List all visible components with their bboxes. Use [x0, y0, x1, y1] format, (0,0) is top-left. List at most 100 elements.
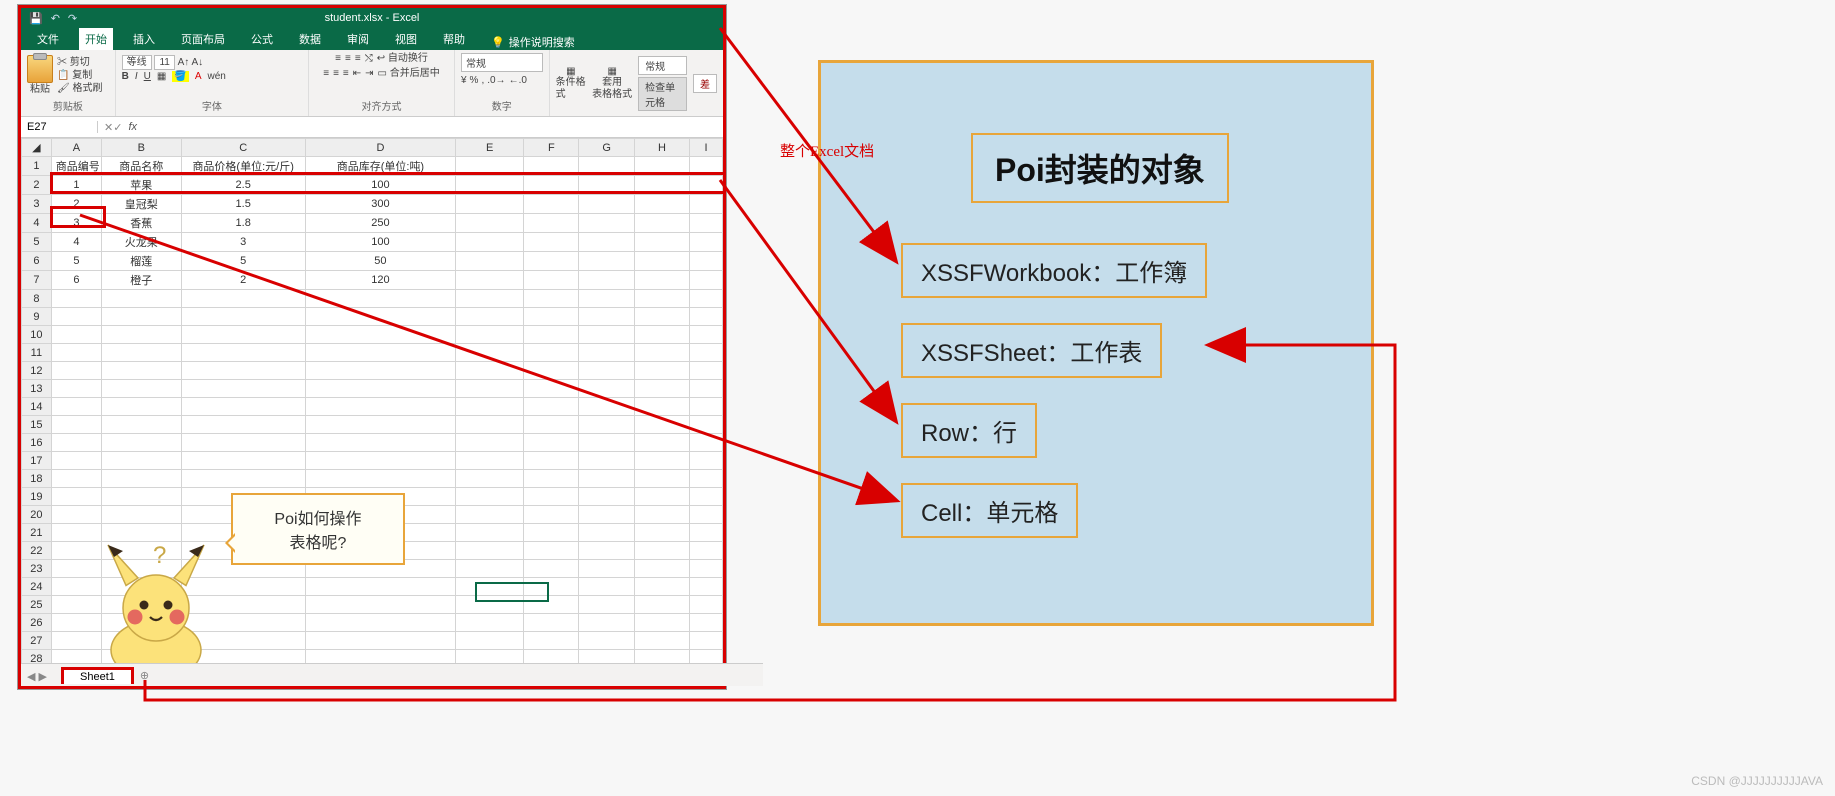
cell[interactable]	[102, 452, 182, 470]
tab-view[interactable]: 视图	[389, 28, 423, 50]
font-name-select[interactable]: 等线	[122, 55, 152, 70]
cell[interactable]	[456, 290, 524, 308]
row-header[interactable]: 6	[22, 252, 52, 271]
cell[interactable]	[579, 252, 634, 271]
row-header[interactable]: 2	[22, 176, 52, 195]
cell[interactable]	[51, 344, 101, 362]
cell[interactable]	[456, 488, 524, 506]
cell[interactable]	[456, 195, 524, 214]
indent-inc-icon[interactable]: ⇥	[365, 68, 373, 80]
cell[interactable]	[181, 380, 305, 398]
cell[interactable]	[690, 506, 723, 524]
cell[interactable]	[181, 308, 305, 326]
cell[interactable]	[524, 614, 579, 632]
cell[interactable]	[524, 452, 579, 470]
cell[interactable]	[456, 632, 524, 650]
cell[interactable]	[456, 542, 524, 560]
cell[interactable]	[690, 326, 723, 344]
conditional-format-button[interactable]: ▦条件格式	[556, 66, 587, 101]
cell[interactable]	[634, 524, 689, 542]
cell[interactable]	[102, 380, 182, 398]
row-header[interactable]: 18	[22, 470, 52, 488]
cell[interactable]	[524, 434, 579, 452]
cell[interactable]	[102, 398, 182, 416]
cell[interactable]: 2.5	[181, 176, 305, 195]
cell[interactable]	[456, 176, 524, 195]
cell[interactable]: 1	[51, 176, 101, 195]
format-painter-button[interactable]: 🖌 格式刷	[57, 83, 102, 95]
cell[interactable]	[579, 195, 634, 214]
name-box[interactable]: E27	[21, 121, 98, 133]
cell[interactable]	[305, 380, 455, 398]
cell[interactable]	[690, 308, 723, 326]
tab-layout[interactable]: 页面布局	[175, 28, 231, 50]
align-right-icon[interactable]: ≡	[343, 68, 349, 80]
underline-button[interactable]: U	[144, 71, 151, 82]
col-header[interactable]: I	[690, 139, 723, 157]
cell[interactable]	[51, 434, 101, 452]
tab-home[interactable]: 开始	[79, 28, 113, 50]
cell[interactable]: 100	[305, 233, 455, 252]
cell[interactable]	[305, 578, 455, 596]
cell[interactable]	[524, 470, 579, 488]
cell[interactable]	[579, 233, 634, 252]
cell[interactable]: 商品编号	[51, 157, 101, 176]
indent-dec-icon[interactable]: ⇤	[353, 68, 361, 80]
cell[interactable]	[634, 506, 689, 524]
row-header[interactable]: 10	[22, 326, 52, 344]
cell[interactable]	[634, 380, 689, 398]
cell[interactable]	[634, 344, 689, 362]
cell[interactable]	[456, 560, 524, 578]
cell[interactable]: 3	[181, 233, 305, 252]
cell[interactable]	[102, 416, 182, 434]
style-check-cell[interactable]: 检查单元格	[638, 77, 687, 111]
cell[interactable]	[634, 596, 689, 614]
copy-button[interactable]: 📋 复制	[57, 70, 102, 82]
tab-data[interactable]: 数据	[293, 28, 327, 50]
style-normal[interactable]: 常规	[638, 56, 687, 75]
cell[interactable]	[524, 632, 579, 650]
cell[interactable]: 2	[181, 271, 305, 290]
increase-font-icon[interactable]: A↑	[178, 57, 190, 68]
row-header[interactable]: 24	[22, 578, 52, 596]
row-header[interactable]: 15	[22, 416, 52, 434]
cell[interactable]	[456, 380, 524, 398]
cell[interactable]	[524, 542, 579, 560]
cell[interactable]	[102, 434, 182, 452]
cell[interactable]	[524, 233, 579, 252]
cell[interactable]	[579, 506, 634, 524]
cell[interactable]	[690, 195, 723, 214]
cell[interactable]: 4	[51, 233, 101, 252]
cell[interactable]: 1.5	[181, 195, 305, 214]
cell[interactable]	[305, 452, 455, 470]
comma-icon[interactable]: ,	[481, 75, 484, 86]
cell[interactable]	[690, 578, 723, 596]
cell[interactable]	[102, 470, 182, 488]
cell[interactable]	[524, 252, 579, 271]
orientation-icon[interactable]: ⤭	[365, 53, 373, 65]
cell[interactable]	[305, 434, 455, 452]
cell[interactable]	[690, 362, 723, 380]
cell[interactable]	[524, 290, 579, 308]
dec-decimal-icon[interactable]: ←.0	[509, 75, 527, 86]
tab-help[interactable]: 帮助	[437, 28, 471, 50]
cell[interactable]	[690, 398, 723, 416]
cell[interactable]	[181, 362, 305, 380]
cell[interactable]	[579, 176, 634, 195]
cell[interactable]	[51, 362, 101, 380]
cell[interactable]	[634, 290, 689, 308]
cell[interactable]	[305, 596, 455, 614]
cell[interactable]	[102, 362, 182, 380]
cell[interactable]: 3	[51, 214, 101, 233]
cell[interactable]	[305, 290, 455, 308]
cell[interactable]	[579, 560, 634, 578]
table-format-button[interactable]: ▦套用 表格格式	[592, 66, 632, 101]
cell[interactable]	[524, 380, 579, 398]
cell[interactable]	[51, 380, 101, 398]
style-bad[interactable]: 差	[693, 74, 717, 93]
row-header[interactable]: 4	[22, 214, 52, 233]
cell[interactable]	[634, 398, 689, 416]
row-header[interactable]: 1	[22, 157, 52, 176]
cell[interactable]	[690, 380, 723, 398]
cell[interactable]	[634, 233, 689, 252]
